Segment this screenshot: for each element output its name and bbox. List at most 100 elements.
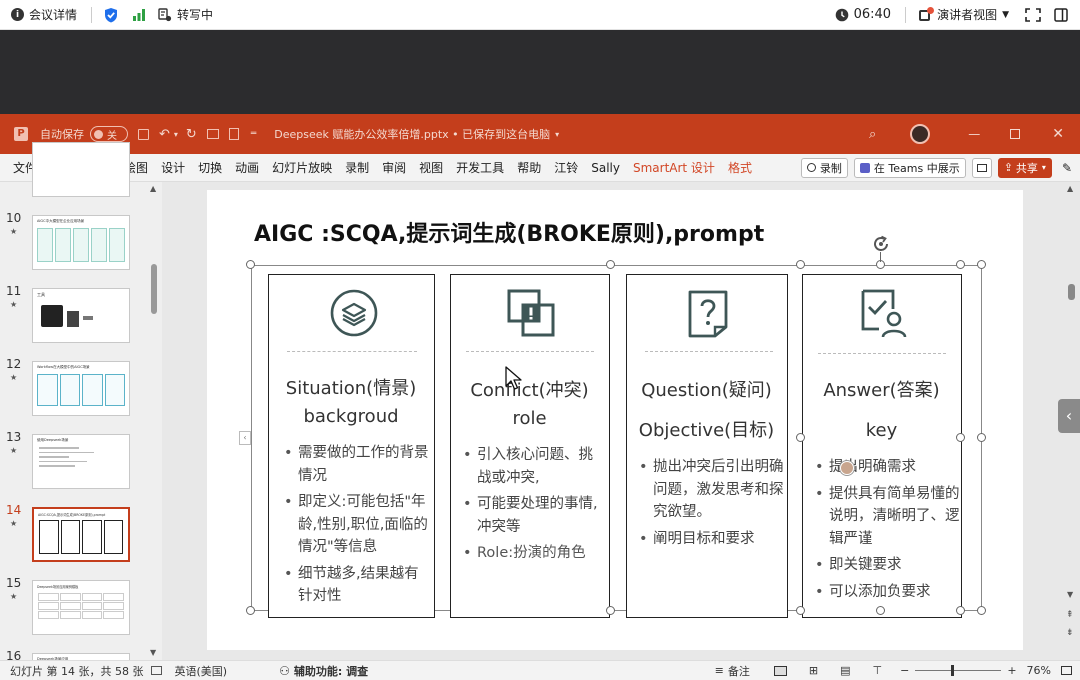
next-slide-icon[interactable]: ⇟ — [1066, 628, 1074, 638]
zoom-slider-thumb[interactable] — [951, 665, 955, 676]
tab-view[interactable]: 视图 — [419, 159, 443, 176]
share-button[interactable]: ⇪ 共享 ▾ — [997, 157, 1052, 178]
minimize-icon[interactable]: — — [968, 127, 980, 141]
slide-thumbnail-11[interactable]: 工具 — [32, 288, 130, 343]
thumbnail-number: 15 — [6, 576, 22, 590]
teams-present-button[interactable]: 在 Teams 中展示 — [853, 157, 966, 178]
scqa-column-conflict[interactable]: Conflict(冲突) role 引入核心问题、挑战或冲突, 可能要处理的事情… — [450, 274, 610, 618]
collapse-panel-button[interactable]: ‹ — [1058, 399, 1080, 433]
undo-icon[interactable]: ↶ — [159, 127, 170, 142]
notes-button[interactable]: ≡ 备注 — [715, 663, 750, 679]
tab-jiangling[interactable]: 江铃 — [554, 159, 578, 176]
thumbnails-scrollbar-thumb[interactable] — [151, 264, 157, 314]
tab-review[interactable]: 审阅 — [382, 159, 406, 176]
resize-handle[interactable] — [606, 606, 615, 615]
tab-transitions[interactable]: 切换 — [198, 159, 222, 176]
slide-thumbnail-14-selected[interactable]: AIGC:SCQA,提示词生成(BROKE原则),prompt — [32, 507, 130, 562]
slide-thumbnail-9[interactable] — [32, 142, 130, 197]
scroll-down-arrow-icon[interactable]: ▼ — [1067, 590, 1073, 599]
tab-animations[interactable]: 动画 — [235, 159, 259, 176]
animation-star-icon: ★ — [10, 373, 18, 382]
slide-sorter-icon[interactable]: ⊞ — [809, 664, 818, 677]
resize-handle[interactable] — [606, 260, 615, 269]
normal-view-icon[interactable] — [773, 665, 787, 676]
scqa-column-situation[interactable]: Situation(情景) backgroud 需要做的工作的背景情况 即定义:… — [268, 274, 435, 618]
resize-handle[interactable] — [977, 433, 986, 442]
search-icon[interactable]: ⌕ — [869, 127, 876, 142]
slide-thumbnail-10[interactable]: AIGC中大模型在企业应用场景 — [32, 215, 130, 270]
record-button[interactable]: 录制 — [800, 157, 848, 178]
side-panel-icon[interactable] — [1054, 7, 1068, 22]
slide-thumbnail-13[interactable]: 使用Deepseek场景 — [32, 434, 130, 489]
document-title[interactable]: Deepseek 赋能办公效率倍增.pptx • 已保存到这台电脑 — [274, 126, 550, 142]
tab-developer[interactable]: 开发工具 — [456, 159, 504, 176]
tab-design[interactable]: 设计 — [161, 159, 185, 176]
slide-position[interactable]: 幻灯片 第 14 张，共 58 张 — [10, 663, 143, 679]
slide-thumbnail-15[interactable]: Deepseek场景应用案例模板 — [32, 580, 130, 635]
comment-icon — [976, 163, 987, 172]
reading-view-icon[interactable]: ▤ — [840, 664, 850, 677]
shape-resize-handle[interactable] — [956, 606, 965, 615]
present-icon[interactable] — [206, 129, 219, 139]
autosave-toggle[interactable]: 关 — [90, 126, 128, 142]
slide-title[interactable]: AIGC :SCQA,提示词生成(BROKE原则),prompt — [254, 216, 764, 248]
fit-to-window-icon[interactable] — [1061, 666, 1072, 675]
slide-thumbnail-12[interactable]: Workflow在大模型中的AIGC场景 — [32, 361, 130, 416]
rotate-handle-icon[interactable] — [871, 234, 891, 254]
zoom-out-icon[interactable]: − — [900, 664, 909, 677]
resize-handle[interactable] — [246, 260, 255, 269]
scqa-column-answer[interactable]: Answer(答案) key 提出明确需求 提供具有简单易懂的说明，清晰明了、逻… — [802, 274, 962, 618]
customize-toolbar-icon[interactable]: ═ — [251, 129, 256, 139]
resize-handle[interactable] — [977, 260, 986, 269]
scroll-down-arrow-icon[interactable]: ▼ — [150, 648, 156, 657]
shape-resize-handle[interactable] — [956, 433, 965, 442]
shape-resize-handle[interactable] — [796, 260, 805, 269]
signal-icon[interactable] — [132, 8, 146, 22]
shape-resize-handle[interactable] — [876, 606, 885, 615]
chevron-down-icon[interactable]: ▾ — [174, 130, 178, 139]
restore-icon[interactable] — [1010, 129, 1021, 139]
tab-record[interactable]: 录制 — [345, 159, 369, 176]
chevron-down-icon[interactable]: ▾ — [555, 130, 559, 139]
scroll-up-arrow-icon[interactable]: ▲ — [1067, 184, 1073, 193]
scroll-up-arrow-icon[interactable]: ▲ — [150, 184, 156, 193]
language-label[interactable]: 英语(美国) — [174, 663, 227, 679]
shape-resize-handle[interactable] — [956, 260, 965, 269]
zoom-level[interactable]: 76% — [1027, 664, 1051, 677]
tab-smartart-design[interactable]: SmartArt 设计 — [633, 159, 715, 176]
animation-star-icon: ★ — [10, 519, 18, 528]
slide-canvas[interactable]: AIGC :SCQA,提示词生成(BROKE原则),prompt ‹ Situa… — [207, 190, 1023, 650]
save-icon[interactable] — [138, 128, 149, 140]
coaching-icon[interactable]: ✎ — [1062, 161, 1072, 175]
comments-button[interactable] — [971, 157, 992, 178]
tab-format[interactable]: 格式 — [728, 159, 752, 176]
close-icon[interactable]: ✕ — [1052, 126, 1064, 142]
presenter-view-dropdown[interactable]: 演讲者视图 ▼ — [918, 6, 1009, 23]
shape-resize-handle[interactable] — [796, 433, 805, 442]
zoom-slider[interactable] — [915, 665, 1002, 676]
tab-slideshow[interactable]: 幻灯片放映 — [272, 159, 332, 176]
transcription-status[interactable]: 转写中 — [158, 6, 213, 23]
transcribe-icon — [158, 7, 172, 21]
shield-check-icon[interactable] — [104, 7, 118, 23]
meeting-details-button[interactable]: i 会议详情 — [11, 6, 77, 23]
accessibility-status[interactable]: ⚇ 辅助功能: 调查 — [279, 663, 368, 679]
tab-sally[interactable]: Sally — [591, 161, 620, 175]
tab-help[interactable]: 帮助 — [517, 159, 541, 176]
vertical-scrollbar-thumb[interactable] — [1068, 284, 1075, 300]
avatar[interactable] — [910, 124, 931, 144]
previous-slide-icon[interactable]: ⇞ — [1066, 610, 1074, 620]
resize-handle[interactable] — [977, 606, 986, 615]
shape-resize-handle[interactable] — [796, 606, 805, 615]
zoom-in-icon[interactable]: + — [1007, 664, 1016, 677]
record-button-label: 录制 — [819, 161, 842, 175]
scqa-column-question[interactable]: Question(疑问) Objective(目标) 抛出冲突后引出明确问题，激… — [626, 274, 788, 618]
thumbnail-number: 13 — [6, 430, 22, 444]
slideshow-view-icon[interactable]: ⊤ — [873, 664, 883, 677]
redo-icon[interactable]: ↻ — [186, 127, 197, 142]
fullscreen-icon[interactable] — [1025, 7, 1041, 22]
text-pane-toggle[interactable]: ‹ — [239, 431, 251, 445]
resize-handle[interactable] — [246, 606, 255, 615]
new-file-icon[interactable] — [228, 128, 239, 140]
spellcheck-icon[interactable] — [151, 666, 163, 675]
